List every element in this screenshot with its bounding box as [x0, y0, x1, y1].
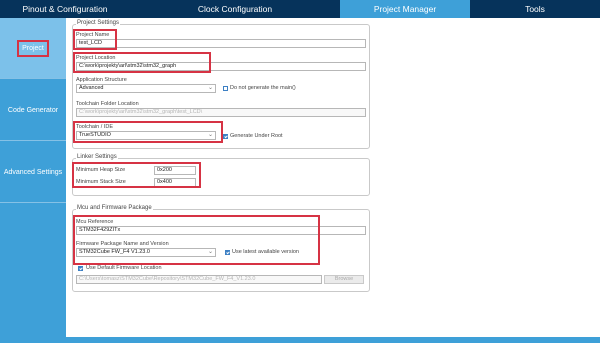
do-not-generate-main-checkbox[interactable] [223, 86, 228, 91]
firmware-location-input: C:\Users\tomasz\STM32Cube\Repository\STM… [76, 275, 322, 284]
application-structure-value: Advanced [79, 85, 104, 91]
sidebar-item-label: Code Generator [7, 106, 59, 114]
chevron-down-icon: ⌄ [207, 85, 213, 91]
sidebar-item-code-generator[interactable]: Code Generator [0, 80, 66, 141]
tab-clock-configuration[interactable]: Clock Configuration [130, 0, 340, 18]
use-default-firmware-location-checkbox[interactable] [78, 266, 83, 271]
browse-button[interactable]: Browse [324, 275, 364, 284]
highlight-project-name [73, 29, 117, 50]
highlight-project-location [73, 52, 211, 73]
do-not-generate-main-label: Do not generate the main() [230, 85, 296, 91]
sidebar: Project Code Generator Advanced Settings [0, 18, 66, 343]
sidebar-item-advanced-settings[interactable]: Advanced Settings [0, 142, 66, 203]
project-name-input[interactable]: test_LCD [76, 39, 366, 48]
application-structure-select[interactable]: Advanced ⌄ [76, 84, 216, 93]
group-title: Linker Settings [76, 154, 118, 160]
top-tab-bar: Pinout & Configuration Clock Configurati… [0, 0, 600, 18]
group-title: Mcu and Firmware Package [76, 205, 153, 211]
highlight-mcu-firmware [73, 215, 320, 265]
use-default-firmware-location-label: Use Default Firmware Location [86, 265, 162, 271]
sidebar-item-label: Project [17, 39, 49, 57]
generate-under-root-label: Generate Under Root [230, 133, 283, 139]
toolchain-folder-label: Toolchain Folder Location [76, 101, 139, 107]
highlight-toolchain-ide [73, 121, 223, 143]
tab-pinout-configuration[interactable]: Pinout & Configuration [0, 0, 130, 18]
bottom-bar [66, 337, 600, 343]
application-structure-label: Application Structure [76, 77, 127, 83]
generate-under-root-checkbox[interactable] [223, 134, 228, 139]
highlight-linker-settings [72, 162, 201, 188]
tab-project-manager[interactable]: Project Manager [340, 0, 470, 18]
sidebar-item-project[interactable]: Project [0, 18, 66, 79]
group-title: Project Settings [76, 20, 121, 26]
toolchain-folder-input: C:\work\projekty\arl\stm32\stm32_graph\t… [76, 108, 366, 117]
tab-tools[interactable]: Tools [470, 0, 600, 18]
sidebar-item-label: Advanced Settings [3, 168, 63, 176]
